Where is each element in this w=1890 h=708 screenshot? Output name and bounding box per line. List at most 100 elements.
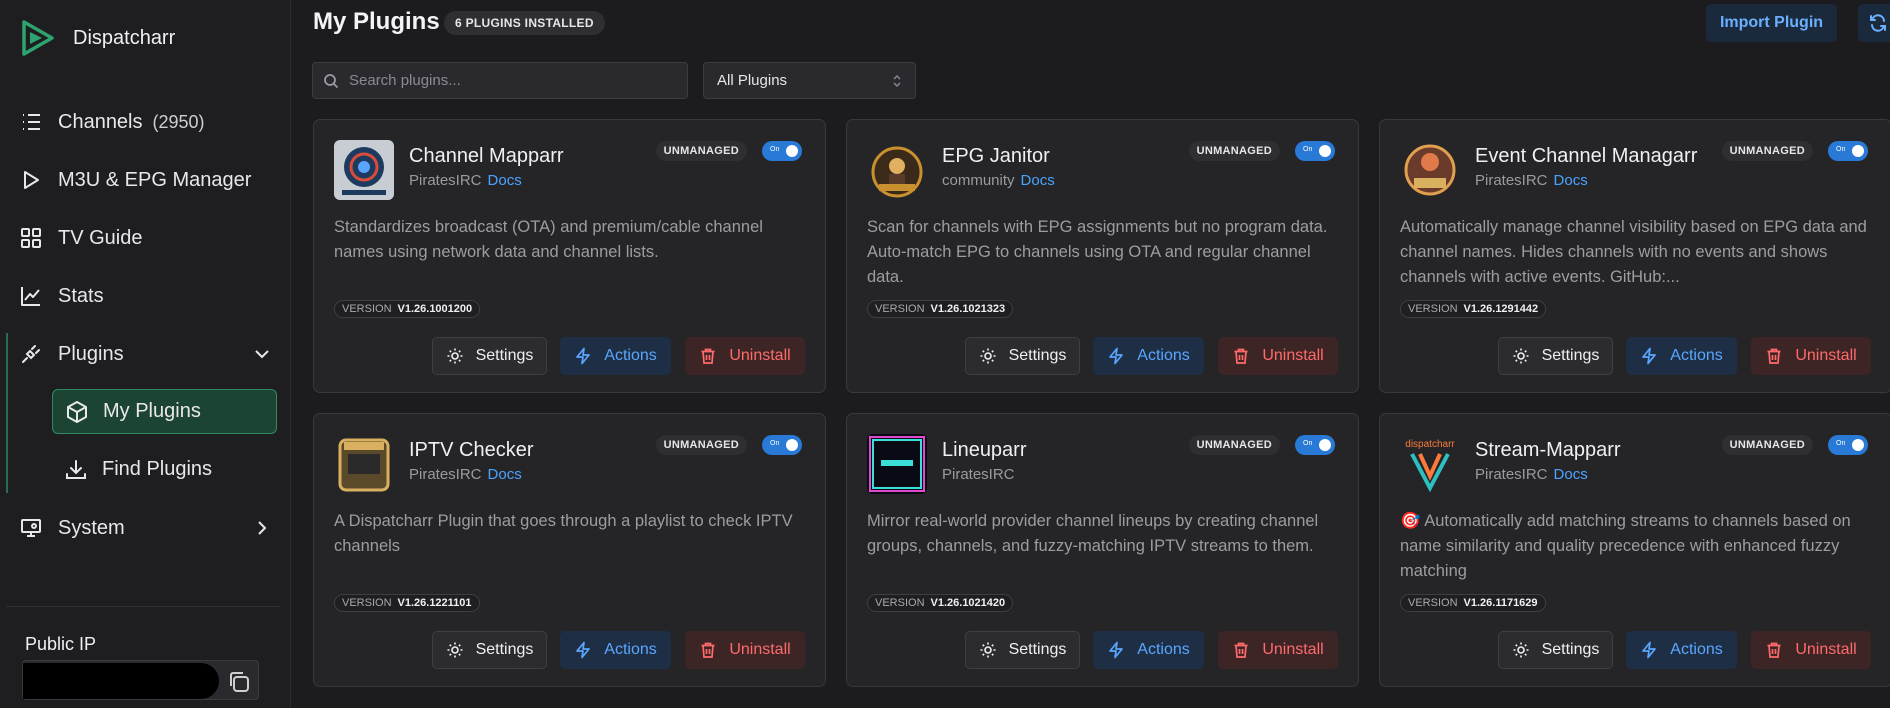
uninstall-button[interactable]: Uninstall xyxy=(1751,337,1871,375)
settings-label: Settings xyxy=(475,641,534,658)
docs-link[interactable]: Docs xyxy=(1554,466,1588,483)
uninstall-button[interactable]: Uninstall xyxy=(1218,337,1338,375)
sidebar-divider xyxy=(6,606,281,607)
sidebar-item-label: Plugins xyxy=(58,342,124,365)
plugin-thumbnail: dispatcharr xyxy=(1400,434,1460,494)
sidebar-item-plugins[interactable]: Plugins xyxy=(18,333,273,375)
chevron-right-icon[interactable] xyxy=(251,517,273,539)
unmanaged-badge: UNMANAGED xyxy=(1721,435,1813,455)
plugin-enable-toggle[interactable]: On xyxy=(762,141,802,161)
plugin-thumbnail xyxy=(1400,140,1460,200)
version-label: VERSION xyxy=(342,597,392,609)
uninstall-button[interactable]: Uninstall xyxy=(685,337,805,375)
refresh-button[interactable] xyxy=(1858,4,1890,42)
plugin-name: IPTV Checker xyxy=(409,439,534,461)
actions-button[interactable]: Actions xyxy=(1093,631,1204,669)
toggle-label: On xyxy=(770,146,780,153)
plugin-name: Event Channel Managarr xyxy=(1475,145,1698,167)
plugin-author: PiratesIRC xyxy=(409,172,482,189)
plugin-thumbnail xyxy=(867,140,927,200)
plugin-description: 🎯 Automatically add matching streams to … xyxy=(1400,512,1851,580)
sidebar-item-label: Stats xyxy=(58,284,104,307)
actions-label: Actions xyxy=(604,641,657,658)
version-value: V1.26.1291442 xyxy=(1463,303,1539,315)
unmanaged-badge: UNMANAGED xyxy=(655,435,747,455)
settings-button[interactable]: Settings xyxy=(965,631,1080,669)
sidebar-item-m3u-epg[interactable]: M3U & EPG Manager xyxy=(18,159,251,201)
sidebar-item-tv-guide[interactable]: TV Guide xyxy=(18,217,142,259)
version-badge: VERSION V1.26.1171629 xyxy=(1400,594,1546,612)
plugin-meta: PiratesIRC Docs xyxy=(1475,172,1588,189)
uninstall-button[interactable]: Uninstall xyxy=(1218,631,1338,669)
version-badge: VERSION V1.26.1021323 xyxy=(867,300,1014,318)
settings-label: Settings xyxy=(1008,641,1067,658)
version-label: VERSION xyxy=(875,597,925,609)
version-value: V1.26.1021420 xyxy=(930,597,1006,609)
import-plugin-button[interactable]: Import Plugin xyxy=(1706,4,1837,42)
chevron-down-icon[interactable] xyxy=(251,343,273,365)
gear-icon xyxy=(979,641,997,659)
docs-link[interactable]: Docs xyxy=(488,466,522,483)
uninstall-button[interactable]: Uninstall xyxy=(1751,631,1871,669)
plugin-name: Lineuparr xyxy=(942,439,1027,461)
unmanaged-badge: UNMANAGED xyxy=(655,141,747,161)
actions-button[interactable]: Actions xyxy=(560,337,671,375)
docs-link[interactable]: Docs xyxy=(488,172,522,189)
sidebar-item-my-plugins[interactable]: My Plugins xyxy=(52,389,277,434)
docs-link[interactable]: Docs xyxy=(1554,172,1588,189)
actions-button[interactable]: Actions xyxy=(560,631,671,669)
sidebar-item-find-plugins[interactable]: Find Plugins xyxy=(52,447,277,492)
sidebar-item-stats[interactable]: Stats xyxy=(18,275,104,317)
version-value: V1.26.1021323 xyxy=(930,303,1006,315)
search-box[interactable] xyxy=(312,62,688,99)
bolt-icon xyxy=(574,641,592,659)
plugin-author: community xyxy=(942,172,1015,189)
docs-link[interactable]: Docs xyxy=(1021,172,1055,189)
version-value: V1.26.1001200 xyxy=(397,303,473,315)
plugin-thumbnail xyxy=(334,434,394,494)
select-caret-icon xyxy=(893,75,901,87)
trash-icon xyxy=(1765,347,1783,365)
plugin-enable-toggle[interactable]: On xyxy=(1295,435,1335,455)
plugin-enable-toggle[interactable]: On xyxy=(762,435,802,455)
download-icon xyxy=(64,458,88,482)
sidebar-item-channels[interactable]: Channels (2950) xyxy=(18,101,205,143)
grid-icon xyxy=(18,225,44,251)
toggle-knob xyxy=(786,145,798,157)
version-badge: VERSION V1.26.1001200 xyxy=(334,300,481,318)
version-label: VERSION xyxy=(342,303,392,315)
settings-button[interactable]: Settings xyxy=(965,337,1080,375)
version-badge: VERSION V1.26.1021420 xyxy=(867,594,1014,612)
settings-button[interactable]: Settings xyxy=(1498,631,1613,669)
settings-button[interactable]: Settings xyxy=(432,631,547,669)
plugin-enable-toggle[interactable]: On xyxy=(1295,141,1335,161)
actions-button[interactable]: Actions xyxy=(1626,337,1737,375)
version-badge: VERSION V1.26.1221101 xyxy=(334,594,480,612)
actions-button[interactable]: Actions xyxy=(1626,631,1737,669)
plugin-enable-toggle[interactable]: On xyxy=(1828,435,1868,455)
plugin-enable-toggle[interactable]: On xyxy=(1828,141,1868,161)
settings-button[interactable]: Settings xyxy=(1498,337,1613,375)
sidebar-item-label: Find Plugins xyxy=(102,458,213,480)
plugin-meta: community Docs xyxy=(942,172,1055,189)
plug-icon xyxy=(18,341,44,367)
uninstall-button[interactable]: Uninstall xyxy=(685,631,805,669)
actions-label: Actions xyxy=(1670,347,1723,364)
plugin-author: PiratesIRC xyxy=(942,466,1015,483)
plugin-author: PiratesIRC xyxy=(409,466,482,483)
settings-button[interactable]: Settings xyxy=(432,337,547,375)
plugin-filter-select[interactable]: All Plugins xyxy=(703,62,916,99)
copy-icon[interactable] xyxy=(226,669,252,695)
trash-icon xyxy=(1232,641,1250,659)
plugin-description: Automatically manage channel visibility … xyxy=(1400,218,1867,286)
sidebar-item-system[interactable]: System xyxy=(18,507,273,549)
plugin-name: EPG Janitor xyxy=(942,145,1050,167)
search-input[interactable] xyxy=(349,72,669,89)
brand[interactable]: Dispatcharr xyxy=(18,18,175,58)
gear-icon xyxy=(1512,347,1530,365)
page-title: My Plugins xyxy=(313,8,440,35)
search-icon xyxy=(324,73,339,88)
gear-icon xyxy=(1512,641,1530,659)
plugin-name: Channel Mapparr xyxy=(409,145,564,167)
actions-button[interactable]: Actions xyxy=(1093,337,1204,375)
